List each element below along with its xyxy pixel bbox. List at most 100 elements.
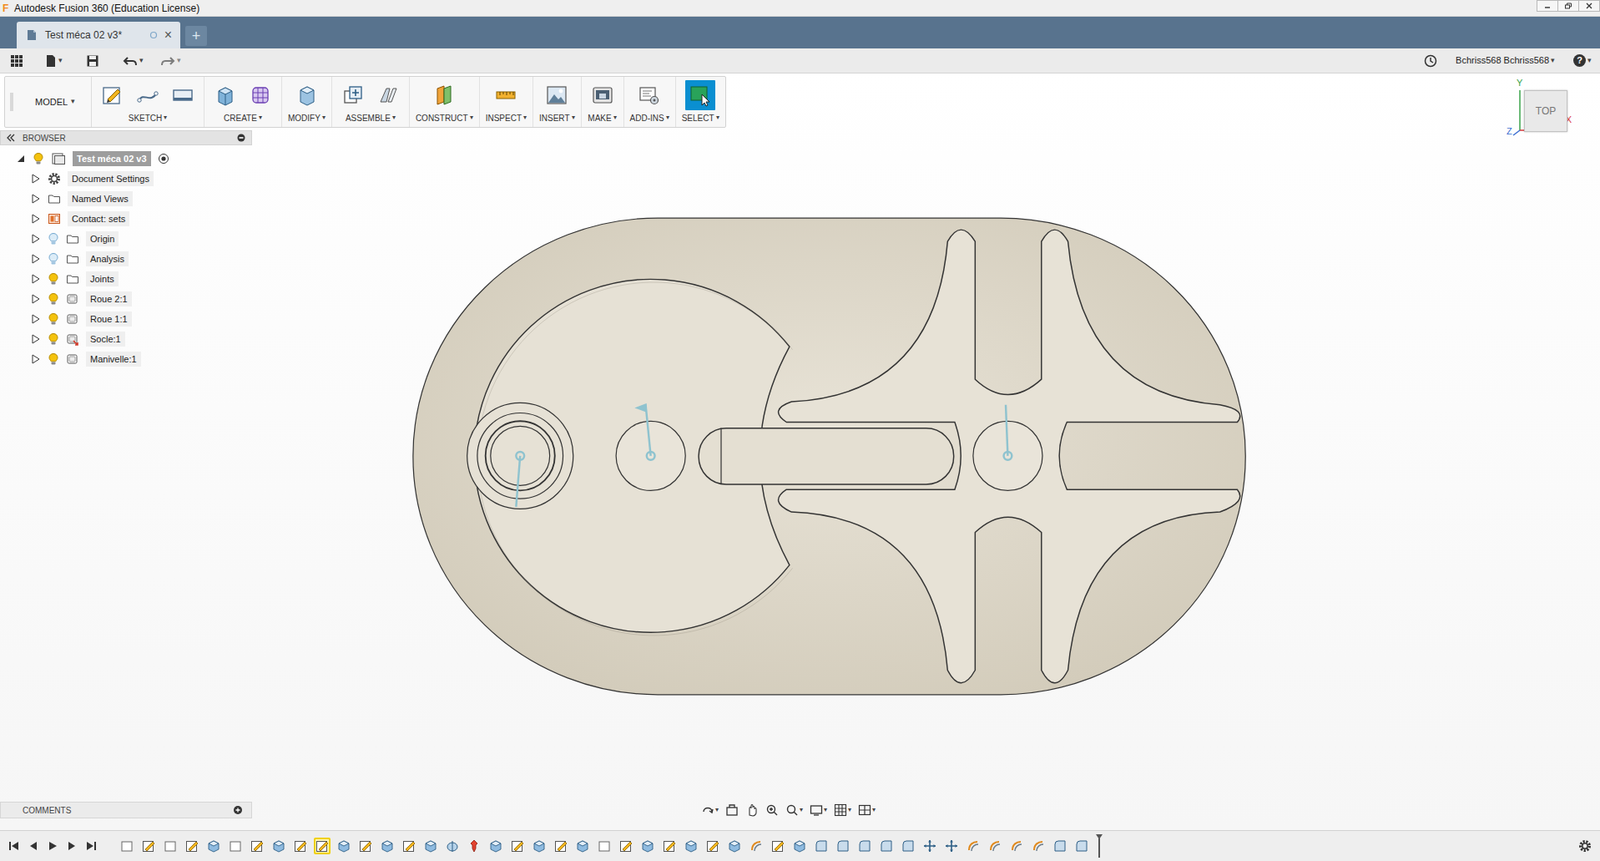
timeline-feature[interactable]	[552, 837, 570, 854]
pan-button[interactable]	[745, 802, 759, 817]
timeline-feature[interactable]	[617, 837, 635, 854]
browser-item[interactable]: Named Views	[0, 188, 253, 209]
timeline-feature[interactable]	[856, 837, 874, 854]
timeline-feature[interactable]	[899, 837, 917, 854]
timeline-feature[interactable]	[378, 837, 396, 854]
timeline-settings-button[interactable]	[1578, 838, 1592, 853]
fit-button[interactable]: ▾	[785, 802, 803, 817]
browser-item[interactable]: Contact: sets	[0, 208, 253, 229]
timeline-feature[interactable]	[357, 837, 374, 854]
close-button[interactable]	[1578, 0, 1600, 12]
timeline-feature[interactable]	[878, 837, 895, 854]
timeline-feature[interactable]	[509, 837, 526, 854]
viewports-button[interactable]: ▾	[858, 802, 876, 817]
toolbar-button[interactable]	[429, 80, 460, 111]
timeline-feature[interactable]	[270, 837, 288, 854]
browser-item[interactable]: Joints	[0, 268, 253, 289]
timeline-feature[interactable]	[921, 837, 939, 854]
timeline-feature[interactable]	[1008, 837, 1025, 854]
toolbar-button[interactable]	[541, 80, 572, 111]
toolbar-group[interactable]: MAKE▾	[581, 76, 625, 127]
help-menu[interactable]: ?▾	[1573, 54, 1592, 67]
timeline-feature[interactable]	[422, 837, 440, 854]
orbit-button[interactable]: ▾	[701, 802, 719, 817]
timeline-feature[interactable]	[183, 837, 201, 854]
timeline-feature[interactable]	[791, 837, 808, 854]
timeline-feature[interactable]	[227, 837, 244, 854]
timeline-feature[interactable]	[1029, 837, 1047, 854]
timeline-first-button[interactable]	[8, 839, 21, 852]
timeline-feature[interactable]	[726, 837, 743, 854]
toolbar-group[interactable]: CONSTRUCT▾	[409, 76, 480, 127]
timeline-feature[interactable]	[595, 837, 613, 854]
timeline-feature[interactable]	[682, 837, 700, 854]
timeline-feature[interactable]	[986, 837, 1004, 854]
toolbar-group[interactable]: INSPECT▾	[479, 76, 534, 127]
timeline-feature[interactable]	[747, 837, 765, 854]
timeline-feature[interactable]	[812, 837, 830, 854]
undo-button[interactable]: ▾	[122, 54, 144, 68]
minimize-button[interactable]	[1536, 0, 1559, 12]
timeline-feature[interactable]	[704, 837, 722, 854]
browser-item[interactable]: Analysis	[0, 248, 253, 269]
timeline-previous-button[interactable]	[27, 839, 40, 852]
toolbar-group[interactable]: CREATE▾	[204, 76, 283, 127]
timeline-last-button[interactable]	[85, 839, 97, 852]
toolbar-button[interactable]	[132, 80, 163, 111]
toolbar-group[interactable]: INSERT▾	[533, 76, 582, 127]
timeline-feature[interactable]	[943, 837, 960, 854]
user-account-menu[interactable]: Bchriss568 Bchriss568▾	[1455, 53, 1555, 68]
timeline-feature[interactable]	[1051, 837, 1069, 854]
browser-item[interactable]: Document Settings	[0, 168, 253, 189]
browser-item[interactable]: Socle:1	[0, 328, 253, 349]
browser-item[interactable]: Manivelle:1	[0, 348, 253, 369]
timeline-next-button[interactable]	[65, 839, 78, 852]
toolbar-group[interactable]: MODIFY▾	[282, 76, 333, 127]
design-canvas[interactable]: YXZTOPMODEL▾SKETCH▾CREATE▾MODIFY▾ASSEMBL…	[0, 73, 1600, 830]
toolbar-button[interactable]	[338, 80, 369, 111]
toolbar-button[interactable]	[490, 80, 521, 111]
file-menu-button[interactable]: ▾	[45, 54, 63, 68]
workspace-switcher[interactable]: MODEL▾	[5, 76, 92, 127]
toolbar-group[interactable]: SKETCH▾	[91, 76, 205, 127]
toolbar-group[interactable]: ADD-INS▾	[624, 76, 677, 127]
timeline-feature[interactable]	[1073, 837, 1091, 854]
comments-panel[interactable]: COMMENTS	[0, 801, 253, 818]
timeline-feature[interactable]	[834, 837, 852, 854]
job-status-button[interactable]	[1423, 54, 1438, 68]
close-tab-button[interactable]: ×	[164, 28, 172, 42]
timeline-feature[interactable]	[335, 837, 353, 854]
timeline-feature[interactable]	[574, 837, 591, 854]
timeline-feature[interactable]	[964, 837, 982, 854]
toolbar-button[interactable]	[685, 80, 716, 111]
save-button[interactable]	[85, 54, 100, 68]
timeline-feature[interactable]	[161, 837, 179, 854]
timeline-feature[interactable]	[205, 837, 223, 854]
timeline-feature[interactable]	[530, 837, 548, 854]
toolbar-button[interactable]	[167, 80, 198, 111]
browser-item[interactable]: Roue 2:1	[0, 288, 253, 309]
timeline-feature[interactable]	[465, 837, 483, 854]
toolbar-group[interactable]: SELECT▾	[676, 76, 726, 127]
timeline-play-button[interactable]	[46, 839, 59, 852]
timeline-feature[interactable]	[444, 837, 461, 854]
timeline-feature[interactable]	[661, 837, 678, 854]
browser-item[interactable]: Origin	[0, 228, 253, 249]
view-cube[interactable]: YXZTOP	[1503, 78, 1575, 147]
toolbar-button[interactable]	[587, 80, 618, 111]
restore-button[interactable]	[1557, 0, 1580, 12]
toolbar-button[interactable]	[634, 80, 665, 111]
timeline-feature[interactable]	[769, 837, 787, 854]
zoom-button[interactable]	[765, 802, 779, 817]
timeline-feature[interactable]	[639, 837, 657, 854]
new-tab-button[interactable]: +	[185, 25, 207, 46]
toolbar-button[interactable]	[291, 80, 322, 111]
toolbar-button[interactable]	[245, 80, 276, 111]
browser-item[interactable]: Roue 1:1	[0, 308, 253, 329]
display-settings-button[interactable]: ▾	[809, 802, 828, 817]
timeline-feature[interactable]	[313, 837, 331, 854]
timeline-feature[interactable]	[400, 837, 418, 854]
look-at-button[interactable]	[725, 802, 739, 817]
toolbar-button[interactable]	[210, 80, 241, 111]
data-panel-button[interactable]	[10, 54, 27, 68]
